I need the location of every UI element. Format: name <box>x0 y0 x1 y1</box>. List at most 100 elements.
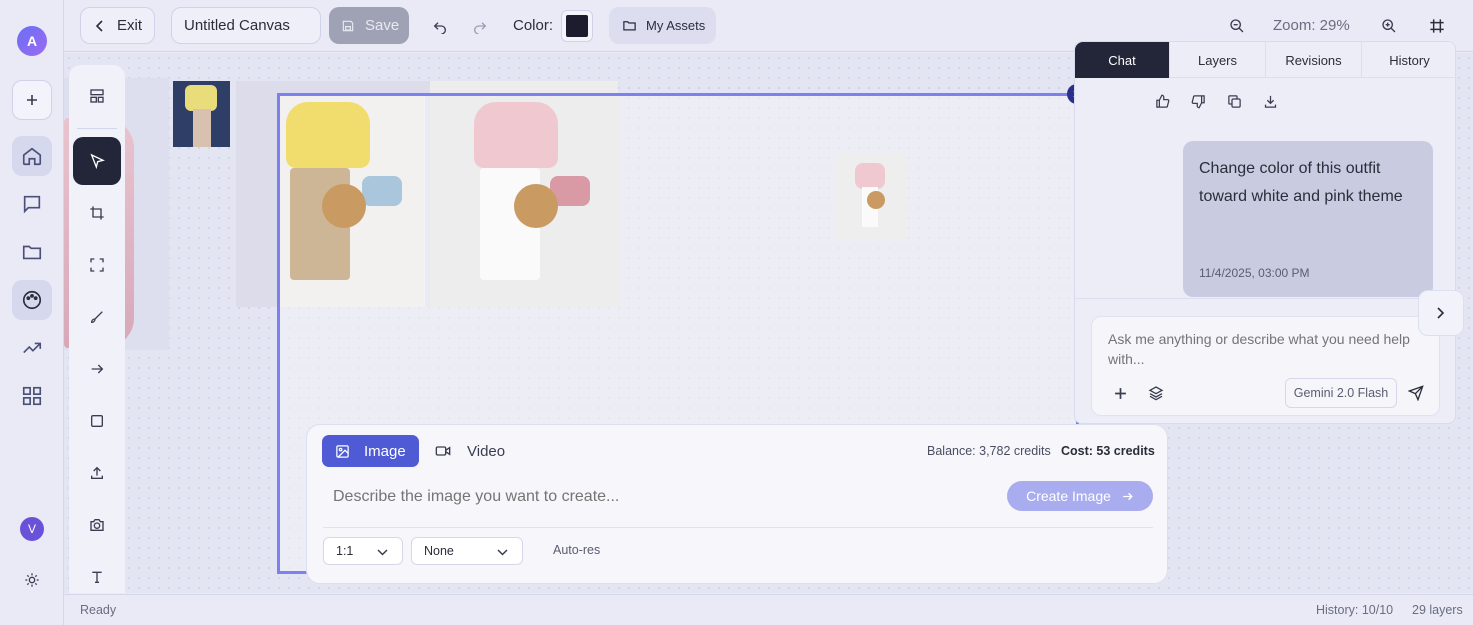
yellow-outfit-overlay[interactable] <box>280 96 424 307</box>
thumb-shirt <box>185 85 217 111</box>
redo-button[interactable] <box>466 12 494 40</box>
camera-tool[interactable] <box>73 501 121 549</box>
panel-collapse-button[interactable] <box>1418 290 1464 336</box>
tab-revisions[interactable]: Revisions <box>1266 42 1362 78</box>
pink-blouse-overlay <box>474 102 558 168</box>
app-logo[interactable]: A <box>17 26 47 56</box>
trending-icon <box>23 342 42 354</box>
save-button[interactable]: Save <box>329 7 409 44</box>
tab-chat[interactable]: Chat <box>1075 42 1170 78</box>
zoom-level: Zoom: 29% <box>1273 17 1350 34</box>
aspect-value: 1:1 <box>336 544 354 558</box>
create-image-label: Create Image <box>1026 488 1111 504</box>
tab-layers[interactable]: Layers <box>1170 42 1266 78</box>
create-image-button[interactable]: Create Image <box>1007 481 1153 511</box>
exit-button[interactable]: Exit <box>80 7 155 44</box>
tab-video[interactable]: Video <box>435 435 505 467</box>
thumb-pants <box>193 109 211 147</box>
copy-icon <box>1227 94 1241 108</box>
user-avatar[interactable]: V <box>20 517 44 541</box>
thumbs-down-button[interactable] <box>1184 87 1212 115</box>
layout-tool[interactable] <box>73 72 121 120</box>
tab-history[interactable]: History <box>1362 42 1457 78</box>
my-assets-button[interactable]: My Assets <box>609 7 716 44</box>
thumbs-up-button[interactable] <box>1148 87 1176 115</box>
grid-icon <box>22 386 42 406</box>
folder-nav[interactable] <box>12 232 52 272</box>
crop-tool[interactable] <box>73 189 121 237</box>
fullscreen-icon <box>90 258 104 272</box>
square-icon <box>91 415 103 427</box>
rectangle-tool[interactable] <box>73 397 121 445</box>
canvas-name-field[interactable]: Untitled Canvas <box>171 7 321 44</box>
crop-icon <box>90 206 104 220</box>
small-hat-overlay <box>867 191 885 209</box>
chevron-right-icon <box>1437 307 1445 319</box>
color-label: Color: <box>513 17 554 34</box>
select-tool[interactable] <box>73 137 121 185</box>
zoom-out-button[interactable] <box>1223 12 1251 40</box>
chevron-down-icon <box>377 549 388 556</box>
palette-icon <box>22 290 42 310</box>
message-timestamp: 11/4/2025, 03:00 PM <box>1199 266 1310 280</box>
chat-divider <box>1075 298 1457 299</box>
autores-toggle[interactable]: Auto-res <box>553 543 600 557</box>
tab-image[interactable]: Image <box>322 435 419 467</box>
download-button[interactable] <box>1256 87 1284 115</box>
layout-icon <box>90 89 104 103</box>
history-count: History: 10/10 <box>1316 603 1394 617</box>
upload-icon <box>91 466 103 479</box>
canvas-thumbnail[interactable] <box>173 81 230 147</box>
trending-nav[interactable] <box>12 328 52 368</box>
home-nav[interactable] <box>12 136 52 176</box>
upload-tool[interactable] <box>73 449 121 497</box>
send-icon <box>1408 385 1424 401</box>
chat-input[interactable] <box>1108 329 1418 373</box>
style-select[interactable]: None <box>411 537 523 565</box>
arrow-tool[interactable] <box>73 345 121 393</box>
chat-input-box: Gemini 2.0 Flash <box>1091 316 1440 416</box>
sun-icon <box>25 573 39 587</box>
apps-nav[interactable] <box>12 376 52 416</box>
assets-label: My Assets <box>646 18 706 33</box>
brush-tool[interactable] <box>73 293 121 341</box>
camera-icon <box>90 519 104 531</box>
download-icon <box>1264 95 1276 108</box>
zoom-in-button[interactable] <box>1375 12 1403 40</box>
chat-nav[interactable] <box>12 184 52 224</box>
image-icon <box>336 444 349 458</box>
chat-icon <box>23 195 41 214</box>
add-button[interactable] <box>12 80 52 120</box>
small-image-overlay[interactable] <box>835 153 907 240</box>
model-select[interactable]: Gemini 2.0 Flash <box>1285 378 1397 408</box>
copy-button[interactable] <box>1220 87 1248 115</box>
color-swatch[interactable] <box>561 10 593 42</box>
undo-icon <box>433 22 446 34</box>
theme-toggle[interactable] <box>12 560 52 600</box>
cursor-icon <box>90 153 105 169</box>
yellow-blouse-overlay <box>286 102 370 168</box>
straw-hat-overlay <box>322 184 366 228</box>
plus-icon <box>1114 387 1126 399</box>
redo-icon <box>474 22 487 34</box>
chevron-down-icon <box>497 549 508 556</box>
brush-icon <box>90 311 103 324</box>
plus-icon <box>27 95 37 105</box>
pink-outfit-overlay[interactable] <box>430 96 619 307</box>
undo-button[interactable] <box>426 12 454 40</box>
layers-button[interactable] <box>1142 379 1170 407</box>
tools-divider <box>77 128 117 129</box>
small-blouse-overlay <box>855 163 885 189</box>
send-button[interactable] <box>1402 379 1430 407</box>
aspect-select[interactable]: 1:1 <box>323 537 403 565</box>
palette-nav[interactable] <box>12 280 52 320</box>
zoom-out-icon <box>1230 19 1244 33</box>
frame-button[interactable] <box>1423 12 1451 40</box>
prompt-input[interactable] <box>333 485 973 509</box>
video-icon <box>435 446 451 456</box>
attach-button[interactable] <box>1106 379 1134 407</box>
frame-tool[interactable] <box>73 241 121 289</box>
straw-hat-overlay-2 <box>514 184 558 228</box>
canvas-name: Untitled Canvas <box>184 17 290 34</box>
panel-tabs: Chat Layers Revisions History <box>1075 42 1457 78</box>
